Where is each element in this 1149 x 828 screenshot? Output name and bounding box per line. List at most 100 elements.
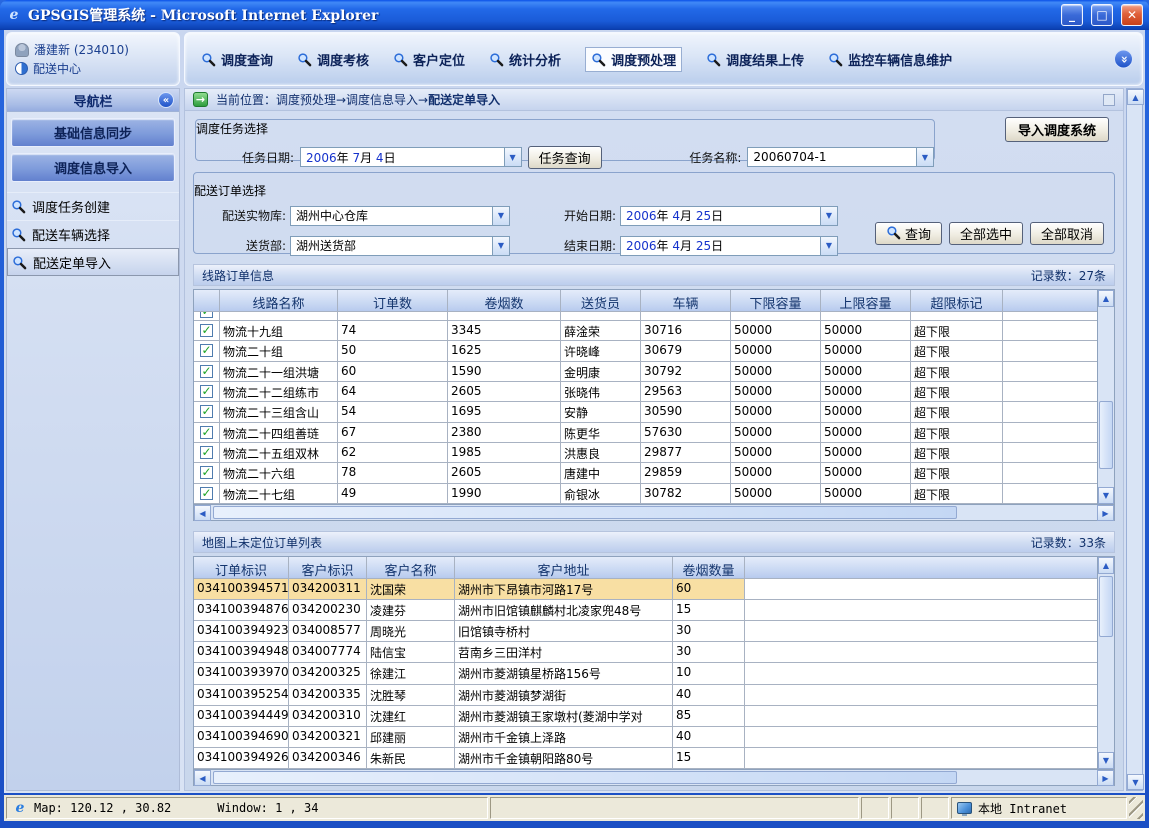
- filler-cell: [745, 600, 1097, 621]
- delivery-dept-select[interactable]: 湖州送货部 ▼: [290, 236, 510, 256]
- unlocated-orders-header: 地图上未定位订单列表 记录数：33条: [193, 531, 1115, 553]
- sidebar-item-配送定单导入[interactable]: 配送定单导入: [7, 248, 179, 276]
- scroll-thumb[interactable]: [213, 771, 957, 784]
- sidebar-item-label: 配送定单导入: [33, 253, 111, 272]
- table-row[interactable]: 034100395254034200335沈胜琴湖州市菱湖镇梦湖街40: [194, 685, 1097, 706]
- query-button[interactable]: 查询: [875, 222, 942, 245]
- table-row[interactable]: ✓物流二十二组练市642605张晓伟295635000050000超下限: [194, 382, 1097, 402]
- row-checkbox[interactable]: ✓: [200, 385, 213, 398]
- select-all-button[interactable]: 全部选中: [949, 222, 1023, 245]
- cell: 10: [673, 663, 745, 684]
- sidebar-button-基础信息同步[interactable]: 基础信息同步: [11, 118, 175, 147]
- table-row[interactable]: ✓物流二十七组491990俞银冰307825000050000超下限: [194, 484, 1097, 504]
- row-checkbox[interactable]: ✓: [200, 344, 213, 357]
- header-cell: 客户名称: [367, 557, 455, 579]
- warehouse-select[interactable]: 湖州中心仓库 ▼: [290, 206, 510, 226]
- row-checkbox[interactable]: ✓: [200, 466, 213, 479]
- table-row[interactable]: 034100394690034200321邱建丽湖州市千金镇上泽路40: [194, 727, 1097, 748]
- table-row[interactable]: 034100394923034008577周晓光旧馆镇寺桥村30: [194, 621, 1097, 642]
- table-row[interactable]: 034100394571034200311沈国荣湖州市下昂镇市河路17号60: [194, 579, 1097, 600]
- cell: 1990: [448, 484, 561, 504]
- row-checkbox[interactable]: ✓: [200, 487, 213, 500]
- title-bar: e GPSGIS管理系统 - Microsoft Internet Explor…: [0, 0, 1149, 30]
- cell: 超下限: [911, 341, 1003, 361]
- scroll-thumb[interactable]: [1099, 576, 1113, 637]
- row-select-cell: ✓: [194, 362, 220, 382]
- table-row[interactable]: 034100394948034007774陆信宝苕南乡三田洋村30: [194, 642, 1097, 663]
- import-dispatch-button[interactable]: 导入调度系统: [1005, 117, 1109, 142]
- deselect-all-button[interactable]: 全部取消: [1030, 222, 1104, 245]
- status-empty-panel: [861, 797, 889, 819]
- scroll-left-icon[interactable]: ◀: [194, 505, 211, 521]
- sidebar-item-调度任务创建[interactable]: 调度任务创建: [7, 192, 179, 220]
- chevron-double-down-icon[interactable]: «: [1114, 50, 1133, 69]
- sidebar-item-配送车辆选择[interactable]: 配送车辆选择: [7, 220, 179, 248]
- scroll-thumb[interactable]: [1099, 401, 1113, 469]
- filler-cell: [1003, 382, 1097, 402]
- row-checkbox[interactable]: ✓: [200, 324, 213, 337]
- row-checkbox[interactable]: ✓: [200, 426, 213, 439]
- cell: 034007774: [289, 642, 367, 663]
- menu-item-客户定位[interactable]: 客户定位: [393, 50, 465, 69]
- table-row[interactable]: ✓物流二十五组双林621985洪惠良298775000050000超下限: [194, 443, 1097, 463]
- table-row[interactable]: ✓物流十九组743345薛淦荣307165000050000超下限: [194, 321, 1097, 341]
- menu-item-label: 调度结果上传: [726, 50, 804, 69]
- unlocated-orders-hscrollbar[interactable]: ◀ ▶: [194, 769, 1114, 785]
- scroll-right-icon[interactable]: ▶: [1097, 770, 1114, 786]
- scroll-thumb[interactable]: [213, 506, 957, 519]
- status-bar: e Map: 120.12 , 30.82 Window: 1 , 34 本地 …: [4, 795, 1145, 821]
- scroll-up-icon[interactable]: ▲: [1098, 557, 1114, 574]
- scroll-up-icon[interactable]: ▲: [1098, 290, 1114, 307]
- scroll-left-icon[interactable]: ◀: [194, 770, 211, 786]
- scroll-down-icon[interactable]: ▼: [1098, 487, 1114, 504]
- unlocated-orders-vscrollbar[interactable]: ▲ ▼: [1097, 557, 1114, 769]
- table-row[interactable]: ✓物流二十组501625许晓峰306795000050000超下限: [194, 341, 1097, 361]
- cell: 57630: [641, 423, 731, 443]
- cell: 50000: [821, 341, 911, 361]
- route-orders-vscrollbar[interactable]: ▲ ▼: [1097, 290, 1114, 504]
- task-date-select[interactable]: 2006年 7月 4日 ▼: [300, 147, 522, 167]
- panel-collapse-button[interactable]: [1103, 94, 1115, 106]
- cell: 超下限: [911, 321, 1003, 341]
- scroll-down-icon[interactable]: ▼: [1098, 752, 1114, 769]
- scroll-down-icon[interactable]: ▼: [1127, 774, 1144, 790]
- row-checkbox[interactable]: ✓: [200, 312, 213, 318]
- route-orders-hscrollbar[interactable]: ◀ ▶: [194, 504, 1114, 520]
- menu-item-调度结果上传[interactable]: 调度结果上传: [706, 50, 804, 69]
- menu-item-统计分析[interactable]: 统计分析: [489, 50, 561, 69]
- menu-item-监控车辆信息维护[interactable]: 监控车辆信息维护: [828, 50, 952, 69]
- table-row[interactable]: ✓物流二十三组含山541695安静305905000050000超下限: [194, 402, 1097, 422]
- resize-grip[interactable]: [1129, 797, 1143, 819]
- table-row[interactable]: ✓物流二十一组洪塘601590金明康307925000050000超下限: [194, 362, 1097, 382]
- task-select-groupbox: 调度任务选择 任务日期: 2006年 7月 4日 ▼: [195, 119, 935, 161]
- chevron-down-icon: ▼: [820, 207, 837, 225]
- maximize-button[interactable]: □: [1091, 4, 1113, 26]
- table-row[interactable]: ✓物流二十六组782605唐建中298595000050000超下限: [194, 463, 1097, 483]
- table-row[interactable]: 034100394449034200310沈建红湖州市菱湖镇王家墩村(菱湖中学对…: [194, 706, 1097, 727]
- main-vscrollbar[interactable]: ▲ ▼: [1126, 88, 1143, 791]
- start-date-select[interactable]: 2006年 4月 25日 ▼: [620, 206, 838, 226]
- task-name-select[interactable]: 20060704-1 ▼: [747, 147, 934, 167]
- table-row[interactable]: 034100394926034200346朱新民湖州市千金镇朝阳路80号15: [194, 748, 1097, 769]
- row-checkbox[interactable]: ✓: [200, 365, 213, 378]
- sidebar-button-调度信息导入[interactable]: 调度信息导入: [11, 153, 175, 182]
- scroll-up-icon[interactable]: ▲: [1127, 89, 1144, 105]
- filler-cell: [745, 579, 1097, 600]
- row-select-cell: ✓: [194, 443, 220, 463]
- row-checkbox[interactable]: ✓: [200, 405, 213, 418]
- menu-item-调度考核[interactable]: 调度考核: [297, 50, 369, 69]
- menu-item-调度查询[interactable]: 调度查询: [201, 50, 273, 69]
- menu-item-调度预处理[interactable]: 调度预处理: [585, 47, 682, 72]
- scroll-right-icon[interactable]: ▶: [1097, 505, 1114, 521]
- end-date-select[interactable]: 2006年 4月 25日 ▼: [620, 236, 838, 256]
- status-empty-panel: [490, 797, 859, 819]
- task-query-button[interactable]: 任务查询: [528, 146, 602, 169]
- table-row[interactable]: 034100393970034200325徐建江湖州市菱湖镇星桥路156号10: [194, 663, 1097, 684]
- table-row[interactable]: ✓物流二十四组善琏672380陈更华576305000050000超下限: [194, 423, 1097, 443]
- table-row[interactable]: 034100394876034200230凌建芬湖州市旧馆镇麒麟村北凌家兜48号…: [194, 600, 1097, 621]
- row-checkbox[interactable]: ✓: [200, 446, 213, 459]
- minimize-button[interactable]: _: [1061, 4, 1083, 26]
- cell: 50000: [821, 484, 911, 504]
- chevron-double-left-icon[interactable]: «: [158, 92, 174, 108]
- close-button[interactable]: ✕: [1121, 4, 1143, 26]
